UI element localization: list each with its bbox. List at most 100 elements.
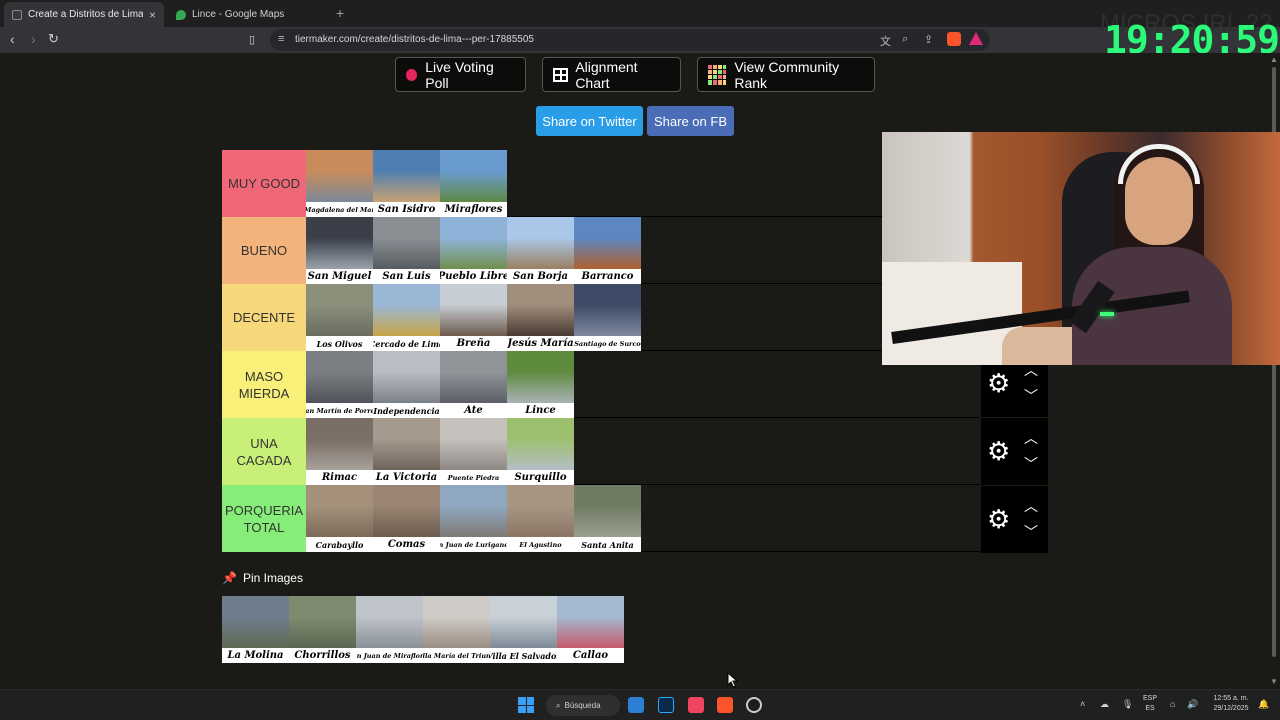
tray-chevron-icon[interactable]: ˄ [1080,699,1085,709]
site-info-icon[interactable]: ≡ [278,33,284,45]
district-card[interactable]: San Martín de Porres [306,351,373,418]
district-card[interactable]: Surquillo [507,418,574,485]
district-caption: Rimac [306,470,373,485]
district-card[interactable]: San Miguel [306,217,373,284]
tier-label[interactable]: MASO MIERDA [222,351,306,418]
new-tab-button[interactable]: + [336,5,344,21]
pin-images-title: Pin Images [242,571,303,585]
district-card[interactable]: Santa Anita [574,485,641,552]
district-card[interactable]: Villa María del Triunfo [423,596,490,663]
taskbar-search[interactable]: ⌕ Búsqueda [546,695,620,716]
district-card[interactable]: San Isidro [373,150,440,217]
district-card[interactable]: Comas [373,485,440,552]
district-card[interactable]: San Juan de Miraflores [356,596,423,663]
notification-bell-icon[interactable]: 🔔 [1258,699,1269,710]
district-caption: Villa El Salvador [490,648,557,663]
district-card[interactable]: San Luis [373,217,440,284]
tier-settings-gear-icon[interactable]: ⚙ [987,506,1010,532]
tier-label[interactable]: MUY GOOD [222,150,306,217]
district-card[interactable]: Chorrillos [289,596,356,663]
brave-icon[interactable] [717,697,733,713]
address-bar[interactable]: ≡ tiermaker.com/create/distritos-de-lima… [270,29,990,51]
district-card[interactable]: Magdalena del Mar [306,150,373,217]
forward-icon[interactable]: › [31,31,36,47]
district-card[interactable]: Puente Piedra [440,418,507,485]
close-tab-icon[interactable]: × [149,8,156,22]
district-card[interactable]: Breña [440,284,507,351]
tier-label[interactable]: PORQUERIA TOTAL [222,485,306,552]
move-tier-up-icon[interactable]: ︿ [1024,428,1038,448]
district-card[interactable]: El Agustino [507,485,574,552]
tier-label[interactable]: DECENTE [222,284,306,351]
reload-icon[interactable]: ↻ [48,31,59,47]
district-card[interactable]: Pueblo Libre [440,217,507,284]
volume-icon[interactable]: 🔊 [1187,699,1198,710]
brave-rewards-icon[interactable] [969,32,983,45]
tier-items: Rimac La Victoria Puente Piedra Surquillo [306,418,574,485]
tier-controls-una-cagada: ⚙ ︿ ﹀ [981,418,1048,485]
district-card[interactable]: Rimac [306,418,373,485]
district-card[interactable]: Lince [507,351,574,418]
scroll-up-icon[interactable]: ▲ [1270,55,1278,64]
back-icon[interactable]: ‹ [10,31,15,47]
move-tier-up-icon[interactable]: ︿ [1024,496,1038,516]
district-card[interactable]: La Victoria [373,418,440,485]
share-icon[interactable]: ⇪ [924,33,933,46]
tab-tiermaker[interactable]: Create a Distritos de Lima - Peru × [4,2,164,27]
file-explorer-icon[interactable] [628,697,644,713]
live-voting-poll-button[interactable]: Live Voting Poll [395,57,526,92]
move-tier-down-icon[interactable]: ﹀ [1024,522,1038,542]
view-community-rank-button[interactable]: View Community Rank [697,57,875,92]
bookmark-icon[interactable]: ▯ [249,33,255,46]
district-card[interactable]: Carabayllo [306,485,373,552]
district-card[interactable]: San Juan de Lurigancho [440,485,507,552]
move-tier-down-icon[interactable]: ﹀ [1024,386,1038,406]
photoshop-icon[interactable] [658,697,674,713]
live-voting-label: Live Voting Poll [425,58,494,91]
district-photo [557,596,624,648]
alignment-chart-button[interactable]: Alignment Chart [542,57,681,92]
move-tier-down-icon[interactable]: ﹀ [1024,454,1038,474]
district-photo [440,284,507,336]
tier-settings-gear-icon[interactable]: ⚙ [987,438,1010,464]
district-caption: San Miguel [306,269,373,284]
district-card[interactable]: Callao [557,596,624,663]
tab-google-maps[interactable]: Lince - Google Maps [168,2,328,27]
tier-controls-porqueria-total: ⚙ ︿ ﹀ [981,486,1048,553]
district-caption: Carabayllo [306,537,373,552]
district-card[interactable]: Ate [440,351,507,418]
mic-tray-icon[interactable]: 🎙 [1122,699,1133,710]
share-twitter-button[interactable]: Share on Twitter [536,106,643,136]
district-card[interactable]: Jesús María [507,284,574,351]
district-caption: San Luis [373,269,440,284]
windows-start-icon[interactable] [518,697,534,713]
district-card[interactable]: Villa El Salvador [490,596,557,663]
district-card[interactable]: San Borja [507,217,574,284]
clock-tray[interactable]: 12:55 a. m. 29/12/2025 [1208,694,1254,714]
brave-shield-icon[interactable] [947,32,961,46]
share-fb-button[interactable]: Share on FB [647,106,734,136]
taskbar-search-label: Búsqueda [564,701,601,710]
district-card[interactable]: Independencia [373,351,440,418]
district-photo [440,351,507,403]
district-card[interactable]: Miraflores [440,150,507,217]
district-card[interactable]: Cercado de Lima [373,284,440,351]
district-card[interactable]: Santiago de Surco [574,284,641,351]
district-card[interactable]: Los Olivos [306,284,373,351]
district-photo [373,284,440,336]
zoom-icon[interactable]: ⌕ [902,33,908,46]
tier-settings-gear-icon[interactable]: ⚙ [987,370,1010,396]
tier-label[interactable]: UNA CAGADA [222,418,306,485]
scroll-down-icon[interactable]: ▼ [1270,677,1278,686]
tier-label[interactable]: BUENO [222,217,306,284]
district-card[interactable]: Barranco [574,217,641,284]
network-icon[interactable]: ⌂ [1170,699,1175,709]
district-card[interactable]: La Molina [222,596,289,663]
onedrive-icon[interactable]: ☁ [1100,699,1109,710]
translate-icon[interactable]: 文 [880,33,891,49]
tab-label: Lince - Google Maps [192,9,285,20]
obs-icon[interactable] [746,697,762,713]
language-indicator[interactable]: ESP ES [1143,694,1157,714]
music-icon[interactable] [688,697,704,713]
district-photo [440,485,507,537]
